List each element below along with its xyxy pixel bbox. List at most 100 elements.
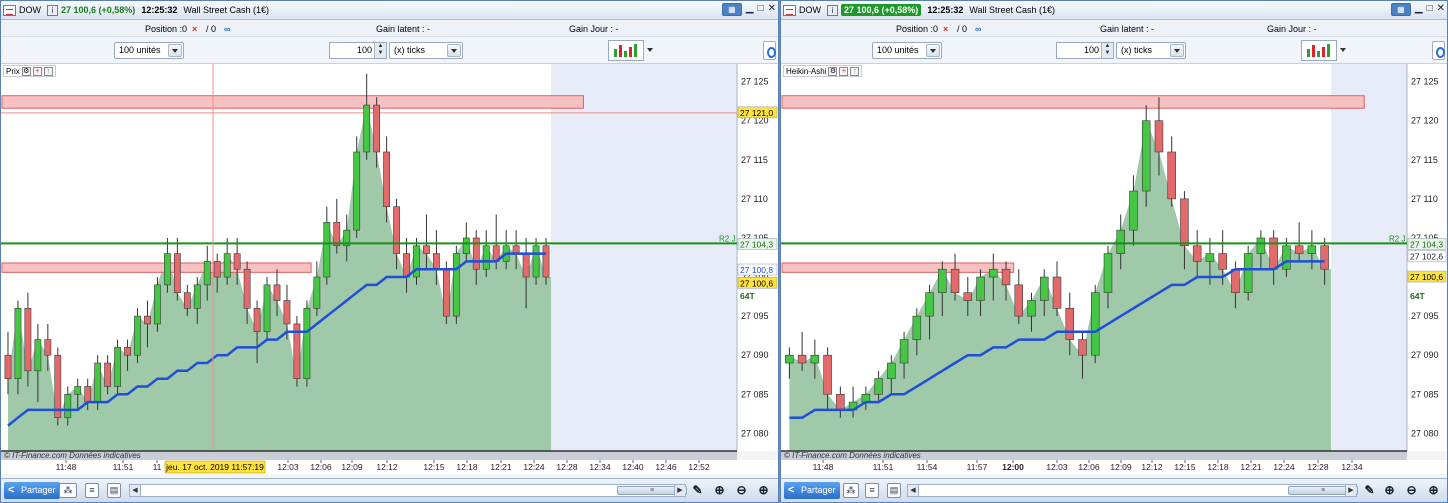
chevron-down-icon[interactable] <box>168 44 182 57</box>
chart-type-button[interactable] <box>608 40 653 61</box>
time-scrollbar[interactable]: ◀ ≡ ▶ <box>129 484 687 497</box>
indicators-icon[interactable]: ▤ <box>887 483 901 498</box>
scroll-right-icon[interactable]: ▶ <box>1345 485 1356 496</box>
candle-body <box>1320 245 1329 270</box>
time-tick-label: 11:54 <box>917 462 938 472</box>
orders-link-icon[interactable]: ∞ <box>975 24 981 34</box>
move-up-icon[interactable]: ↑ <box>43 66 53 76</box>
zoom-in-icon[interactable]: ⊕ <box>755 482 772 499</box>
candle-body <box>976 276 985 301</box>
candle <box>1243 245 1253 301</box>
list-icon[interactable]: ≡ <box>85 483 99 498</box>
stepper-arrows-icon[interactable]: ▲ ▼ <box>1101 43 1113 58</box>
candle-body <box>989 268 998 278</box>
window-titlebar[interactable]: DOW i 27 100,6 (+0,58%) 12:25:32 Wall St… <box>781 1 1447 20</box>
indicators-icon[interactable]: ▤ <box>107 483 121 498</box>
wrench-icon[interactable]: ⚙ <box>828 66 838 76</box>
zoom-in-icon[interactable]: ⊕ <box>1425 482 1442 499</box>
position-value: 0 <box>933 24 939 34</box>
ticks-unit-select[interactable]: (x) ticks <box>1116 42 1186 59</box>
scroll-left-icon[interactable]: ◀ <box>130 485 141 496</box>
price-tick-label: 27 090 <box>741 350 769 360</box>
window-controls: ▦ ▁ □ ✕ <box>721 3 776 16</box>
ticks-stepper[interactable]: 100 ▲ ▼ <box>1056 42 1114 59</box>
pin-icon[interactable] <box>1432 41 1445 60</box>
candle-body <box>1282 245 1291 270</box>
price-tick-label: 27 125 <box>1411 77 1439 87</box>
time-tick-label: 11:48 <box>813 462 834 472</box>
maximize-icon[interactable]: □ <box>758 3 764 16</box>
heikin-ashi-chart[interactable]: 27 12527 12027 11527 11027 10527 10027 0… <box>781 64 1447 479</box>
candle <box>1090 284 1100 364</box>
keyboard-icon[interactable]: ▦ <box>721 3 742 16</box>
move-up-icon[interactable]: ↑ <box>850 66 860 76</box>
quote-time: 12:25:32 <box>141 5 178 15</box>
price-tick-label: 27 090 <box>1411 350 1439 360</box>
candle <box>54 347 62 426</box>
zoom-fit-icon[interactable]: ⊕ <box>711 482 728 499</box>
r2-label: R2 J <box>1389 234 1405 243</box>
time-tick-label: 12:21 <box>1240 462 1262 472</box>
info-icon[interactable]: i <box>47 4 58 16</box>
close-position-icon[interactable]: × <box>192 24 197 34</box>
candle-body <box>283 300 291 325</box>
candle-body <box>1192 245 1202 262</box>
share-button[interactable]: Partager <box>4 482 60 499</box>
units-select[interactable]: 100 unités <box>872 42 942 59</box>
wrench-icon[interactable]: ⚙ <box>21 66 31 76</box>
orders-link-icon[interactable]: ∞ <box>224 24 230 34</box>
gain-jour: Gain Jour : - <box>1267 24 1317 34</box>
minimize-icon[interactable]: ▁ <box>1415 3 1423 16</box>
close-icon[interactable]: ✕ <box>1437 3 1445 16</box>
price-chart[interactable]: 27 12527 12027 11527 11027 10527 10027 0… <box>1 64 778 479</box>
bottom-toolbar: Partager ⁂ ≡ ▤ ◀ ≡ ▶ ✎ ⊕ ⊖ ⊕ <box>781 478 1447 502</box>
candle-body <box>34 339 42 372</box>
chevron-down-icon[interactable] <box>447 44 461 57</box>
draw-tool-icon[interactable]: ✎ <box>1361 482 1378 499</box>
info-icon[interactable]: i <box>827 4 838 16</box>
pin-icon[interactable] <box>763 41 776 60</box>
candle-body <box>134 315 141 356</box>
close-icon[interactable]: ✕ <box>768 3 776 16</box>
position-label: Position : <box>896 24 934 34</box>
list-icon[interactable]: ≡ <box>865 483 879 498</box>
units-select[interactable]: 100 unités <box>114 42 184 59</box>
chart-type-button[interactable] <box>1301 40 1346 61</box>
time-tick-label: 12:15 <box>1174 462 1196 472</box>
zoom-out-icon[interactable]: ⊖ <box>1403 482 1420 499</box>
resistance-zone-0 <box>781 95 1365 109</box>
ticks-stepper[interactable]: 100 ▲ ▼ <box>329 42 387 59</box>
add-indicator-icon[interactable]: + <box>839 66 849 76</box>
keyboard-icon[interactable]: ▦ <box>1390 3 1411 16</box>
candle-body <box>1052 276 1062 309</box>
maximize-icon[interactable]: □ <box>1427 3 1433 16</box>
time-scrollbar[interactable]: ◀ ≡ ▶ <box>907 484 1358 497</box>
price-tick-label: 27 115 <box>1411 155 1438 165</box>
candle-body <box>482 245 490 270</box>
zoom-fit-icon[interactable]: ⊕ <box>1381 482 1398 499</box>
time-tick-label: 12:46 <box>655 462 677 472</box>
scroll-right-icon[interactable]: ▶ <box>674 485 685 496</box>
add-indicator-icon[interactable]: + <box>32 66 42 76</box>
time-tick-label: 12:12 <box>376 462 398 472</box>
candle <box>114 339 121 395</box>
scroll-left-icon[interactable]: ◀ <box>908 485 919 496</box>
window-titlebar[interactable]: DOW i 27 100,6 (+0,58%) 12:25:32 Wall St… <box>1 1 778 20</box>
ticks-unit-select[interactable]: (x) ticks <box>389 42 463 59</box>
price-tick-label: 27 125 <box>741 77 769 87</box>
share-button[interactable]: Partager <box>784 482 840 499</box>
last-price-badge-text: 27 100,6 <box>1410 272 1443 282</box>
tools-icon[interactable]: ⁂ <box>59 483 77 498</box>
close-position-icon[interactable]: × <box>943 24 948 34</box>
candle-body <box>64 393 72 419</box>
level-price-badge-text: 27 121,0 <box>740 108 773 118</box>
ticks-unit: (x) ticks <box>394 45 425 55</box>
draw-tool-icon[interactable]: ✎ <box>689 482 706 499</box>
price-tick-label: 27 095 <box>741 311 769 321</box>
chevron-down-icon[interactable] <box>1170 44 1184 57</box>
stepper-arrows-icon[interactable]: ▲ ▼ <box>374 43 386 58</box>
zoom-out-icon[interactable]: ⊖ <box>733 482 750 499</box>
chevron-down-icon[interactable] <box>926 44 940 57</box>
minimize-icon[interactable]: ▁ <box>746 3 754 16</box>
tools-icon[interactable]: ⁂ <box>843 483 859 498</box>
